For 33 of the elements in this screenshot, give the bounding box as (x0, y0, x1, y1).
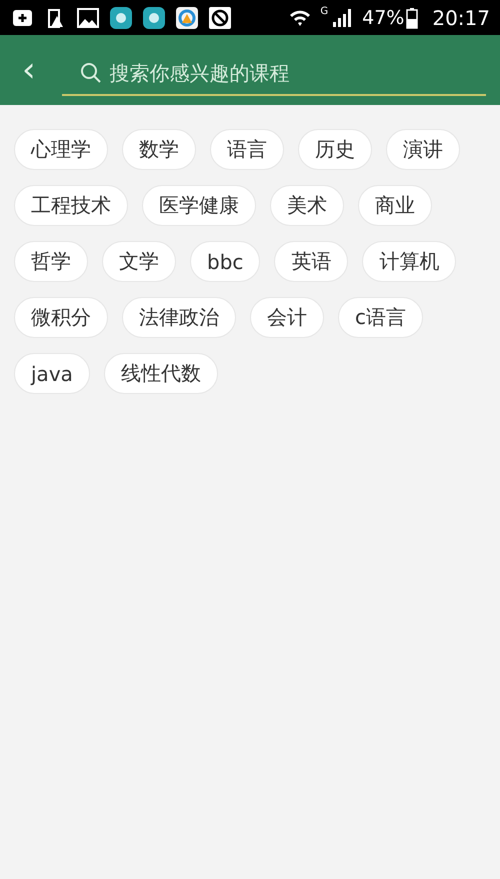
topic-tag[interactable]: 法律政治 (122, 297, 236, 338)
topic-tag[interactable]: 文学 (102, 241, 176, 282)
block-icon (208, 6, 232, 30)
network-type: G (320, 6, 328, 17)
browser-icon (175, 6, 199, 30)
topic-tag[interactable]: 会计 (250, 297, 324, 338)
topic-tag[interactable]: 美术 (270, 185, 344, 226)
topic-tag[interactable]: 微积分 (14, 297, 108, 338)
search-icon (80, 62, 102, 84)
topic-tag[interactable]: 演讲 (386, 129, 460, 170)
topic-tag[interactable]: 语言 (210, 129, 284, 170)
topic-tag[interactable]: 历史 (298, 129, 372, 170)
clock: 20:17 (432, 6, 490, 30)
app-icon (142, 6, 166, 30)
battery-percent: 47% (362, 6, 404, 28)
topic-tag[interactable]: java (14, 353, 90, 394)
app-icon (109, 6, 133, 30)
topic-tag[interactable]: 哲学 (14, 241, 88, 282)
topic-tag[interactable]: 医学健康 (142, 185, 256, 226)
topic-tag[interactable]: 工程技术 (14, 185, 128, 226)
search-input[interactable]: 搜索你感兴趣的课程 (110, 61, 468, 85)
image-icon (76, 6, 100, 30)
topic-tag[interactable]: bbc (190, 241, 260, 282)
topic-tag[interactable]: 线性代数 (104, 353, 218, 394)
back-button[interactable]: ‹ (18, 53, 40, 87)
topic-tag[interactable]: 英语 (274, 241, 348, 282)
battery-icon (406, 6, 418, 28)
topic-tag[interactable]: 商业 (358, 185, 432, 226)
topic-tag[interactable]: 心理学 (14, 129, 108, 170)
topic-tag[interactable]: 计算机 (362, 241, 456, 282)
topic-tag[interactable]: c语言 (338, 297, 423, 338)
search-field[interactable]: 搜索你感兴趣的课程 (62, 52, 486, 96)
topic-tag[interactable]: 数学 (122, 129, 196, 170)
